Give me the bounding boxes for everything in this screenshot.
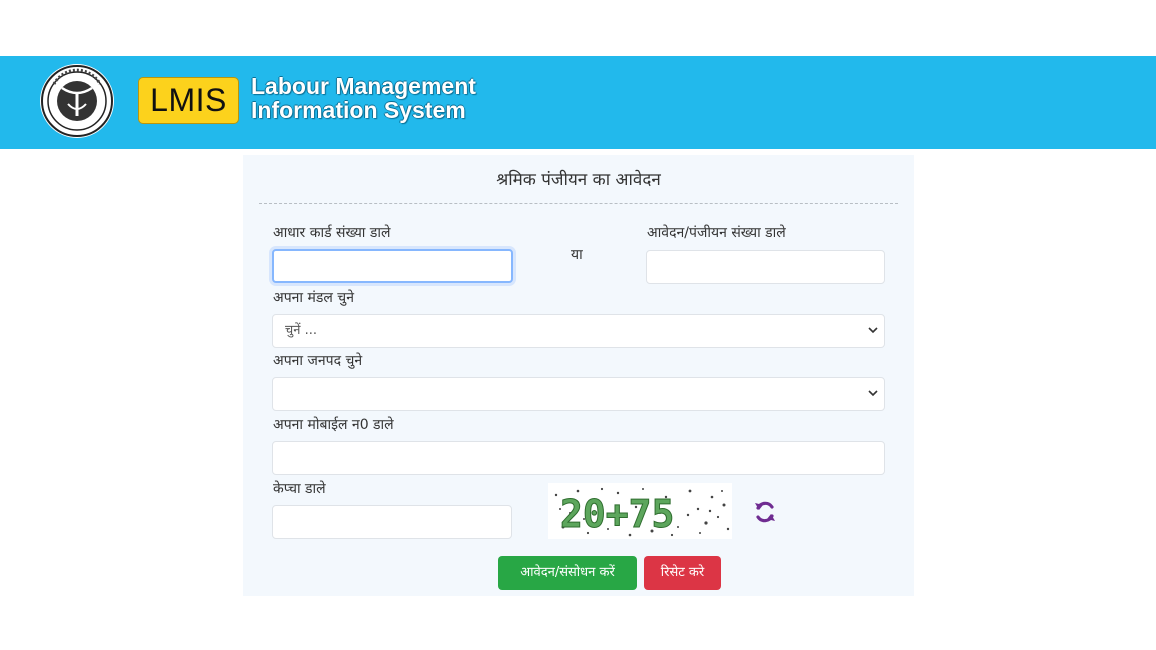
captcha-input[interactable]	[272, 505, 512, 539]
submit-button[interactable]: आवेदन/संसोधन करें	[498, 556, 637, 590]
site-header: LMIS Labour Management Information Syste…	[0, 56, 1156, 149]
division-select-value: चुनें ...	[285, 323, 317, 338]
application-number-input[interactable]	[646, 250, 885, 284]
or-text: या	[571, 247, 583, 263]
aadhaar-input[interactable]	[272, 249, 513, 283]
mobile-label: अपना मोबाईल न0 डाले	[273, 417, 394, 433]
division-select[interactable]: चुनें ...	[272, 314, 885, 348]
aadhaar-label: आधार कार्ड संख्या डाले	[273, 225, 391, 241]
refresh-captcha-icon[interactable]	[751, 498, 779, 526]
district-select[interactable]	[272, 377, 885, 411]
division-label: अपना मंडल चुने	[273, 290, 354, 306]
captcha-label: केप्चा डाले	[273, 481, 326, 497]
site-title-line2: Information System	[251, 97, 466, 123]
captcha-text: 20+75	[560, 492, 674, 536]
registration-form-panel: श्रमिक पंजीयन का आवेदन आधार कार्ड संख्या…	[243, 155, 914, 596]
site-title-line1: Labour Management	[251, 73, 476, 99]
district-label: अपना जनपद चुने	[273, 353, 363, 369]
up-government-emblem-icon	[40, 64, 114, 138]
lmis-logo: LMIS	[138, 77, 239, 124]
reset-button[interactable]: रिसेट करे	[644, 556, 721, 590]
captcha-image: 20+75	[548, 483, 732, 539]
chevron-down-icon	[868, 315, 878, 360]
form-title: श्रमिक पंजीयन का आवेदन	[496, 170, 661, 190]
chevron-down-icon	[868, 378, 878, 423]
site-title: Labour Management Information System	[251, 74, 476, 122]
application-number-label: आवेदन/पंजीयन संख्या डाले	[647, 225, 786, 241]
title-divider	[259, 203, 898, 204]
mobile-input[interactable]	[272, 441, 885, 475]
